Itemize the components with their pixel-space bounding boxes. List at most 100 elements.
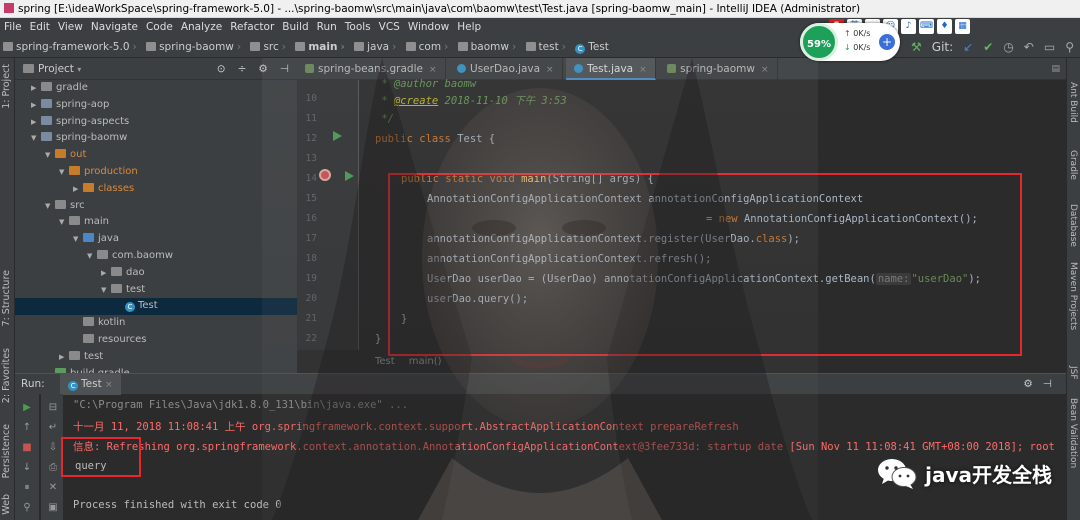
search-everywhere-icon[interactable]: ⚲: [1065, 36, 1074, 58]
revert-icon[interactable]: ↶: [1024, 36, 1034, 58]
vcs-commit-icon[interactable]: ✔: [983, 36, 993, 58]
breadcrumb-src[interactable]: src ›: [247, 36, 289, 58]
tab-test-java[interactable]: Test.java ×: [566, 58, 656, 80]
tree-item[interactable]: ▶ spring-aop: [15, 97, 297, 114]
menu-vcs[interactable]: VCS: [375, 18, 404, 36]
restore-layout-icon[interactable]: ⊟: [47, 402, 59, 414]
expand-arrow-icon[interactable]: ▼: [45, 198, 55, 215]
layout-icon[interactable]: ▭: [1044, 36, 1055, 58]
microphone-icon[interactable]: ♪: [901, 19, 916, 34]
tool-window-project[interactable]: 1: Project: [1, 64, 12, 109]
editor-crumb-class[interactable]: Test: [375, 356, 395, 367]
tool-window-web[interactable]: Web: [1, 494, 12, 515]
project-panel-title[interactable]: Project: [38, 63, 74, 75]
menu-run[interactable]: Run: [313, 18, 341, 36]
menu-refactor[interactable]: Refactor: [226, 18, 278, 36]
scroll-end-icon[interactable]: ⇩: [47, 442, 59, 454]
close-icon[interactable]: ×: [429, 65, 437, 75]
tree-item[interactable]: ▼ src: [15, 198, 297, 215]
breadcrumb-main[interactable]: main ›: [292, 36, 347, 58]
history-icon[interactable]: ◷: [1003, 36, 1013, 58]
code-editor[interactable]: * @author baomw * @create 2018-11-10 下午 …: [297, 78, 1066, 356]
stop-icon[interactable]: ■: [21, 442, 33, 454]
breadcrumb-baomw[interactable]: baomw ›: [455, 36, 520, 58]
tool-window-maven[interactable]: Maven Projects: [1068, 262, 1078, 330]
menu-edit[interactable]: Edit: [26, 18, 54, 36]
expand-arrow-icon[interactable]: ▼: [59, 214, 69, 231]
print-icon[interactable]: ⎙: [47, 462, 59, 474]
collapse-arrow-icon[interactable]: ▶: [73, 181, 83, 198]
toolbox-icon[interactable]: ▦: [955, 19, 970, 34]
tree-item[interactable]: resources: [15, 332, 297, 349]
tree-item[interactable]: ▼ out: [15, 147, 297, 164]
arrow-down-icon[interactable]: ↓: [21, 462, 33, 474]
accelerate-icon[interactable]: +: [879, 34, 895, 50]
clear-icon[interactable]: ✕: [47, 482, 59, 494]
tree-item[interactable]: ▼ main: [15, 214, 297, 231]
tab-overflow-icon[interactable]: ▤: [1051, 58, 1060, 80]
keyboard-icon[interactable]: ⌨: [919, 19, 934, 34]
collapse-arrow-icon[interactable]: ▶: [31, 80, 41, 97]
tree-item[interactable]: ▼ spring-baomw: [15, 130, 297, 147]
tool-window-ant-build[interactable]: Ant Build: [1068, 82, 1078, 123]
run-config-tab[interactable]: C Test ×: [60, 374, 121, 395]
trash-icon[interactable]: ▣: [47, 502, 59, 514]
expand-arrow-icon[interactable]: ▼: [45, 147, 55, 164]
tree-item[interactable]: ▶ test: [15, 349, 297, 366]
tree-item[interactable]: ▶ dao: [15, 265, 297, 282]
tool-window-structure[interactable]: 7: Structure: [1, 270, 12, 326]
hide-icon[interactable]: ⊣: [280, 58, 289, 80]
expand-arrow-icon[interactable]: ▼: [59, 164, 69, 181]
hide-icon[interactable]: ⊣: [1043, 374, 1052, 394]
tab-userdao-java[interactable]: UserDao.java ×: [449, 58, 563, 80]
tree-item[interactable]: ▼ com.baomw: [15, 248, 297, 265]
network-speed-widget[interactable]: 59% ↑ 0K/s ↓ 0K/s +: [800, 23, 900, 61]
close-icon[interactable]: ×: [546, 65, 554, 75]
tool-window-favorites[interactable]: 2: Favorites: [1, 348, 12, 403]
gear-icon[interactable]: ⚙: [258, 58, 267, 80]
collapse-arrow-icon[interactable]: ▶: [59, 349, 69, 366]
expand-arrow-icon[interactable]: ▼: [73, 231, 83, 248]
tree-item[interactable]: ▼ test: [15, 282, 297, 299]
menu-window[interactable]: Window: [404, 18, 453, 36]
collapse-arrow-icon[interactable]: ▶: [31, 114, 41, 131]
pause-icon[interactable]: ⏸: [21, 482, 33, 494]
soft-wrap-icon[interactable]: ↵: [47, 422, 59, 434]
arrow-up-icon[interactable]: ↑: [21, 422, 33, 434]
breadcrumb-test[interactable]: test ›: [523, 36, 569, 58]
tab-spring-beans-gradle[interactable]: spring-beans.gradle ×: [297, 58, 446, 80]
build-hammer-icon[interactable]: ⚒: [911, 36, 922, 58]
tree-item[interactable]: ▶ classes: [15, 181, 297, 198]
breadcrumb-java[interactable]: java ›: [351, 36, 399, 58]
tool-window-persistence[interactable]: Persistence: [1, 424, 12, 478]
tree-item[interactable]: build.gradle: [15, 366, 297, 373]
tree-item[interactable]: ▼ java: [15, 231, 297, 248]
tree-item[interactable]: ▶ spring-aspects: [15, 114, 297, 131]
rerun-icon[interactable]: ▶: [21, 402, 33, 414]
tree-item[interactable]: kotlin: [15, 315, 297, 332]
menu-navigate[interactable]: Navigate: [87, 18, 142, 36]
menu-view[interactable]: View: [54, 18, 87, 36]
tab-spring-baomw[interactable]: spring-baomw ×: [659, 58, 778, 80]
skin-icon[interactable]: ♦: [937, 19, 952, 34]
menu-code[interactable]: Code: [142, 18, 177, 36]
sync-icon[interactable]: ⊙: [217, 58, 226, 80]
breadcrumb-project[interactable]: spring-framework-5.0 ›: [0, 36, 140, 58]
collapse-arrow-icon[interactable]: ▶: [31, 97, 41, 114]
expand-arrow-icon[interactable]: ▼: [87, 248, 97, 265]
editor-crumb-method[interactable]: main(): [409, 356, 442, 367]
tree-item[interactable]: ▼ production: [15, 164, 297, 181]
menu-help[interactable]: Help: [453, 18, 485, 36]
tool-window-database[interactable]: Database: [1068, 204, 1078, 247]
tool-window-gradle[interactable]: Gradle: [1068, 150, 1078, 180]
tool-window-jsf[interactable]: JSF: [1068, 366, 1078, 380]
tree-item[interactable]: ▶ gradle: [15, 80, 297, 97]
breadcrumb-com[interactable]: com ›: [403, 36, 452, 58]
menu-tools[interactable]: Tools: [341, 18, 375, 36]
close-icon[interactable]: ×: [105, 380, 113, 390]
menu-analyze[interactable]: Analyze: [177, 18, 226, 36]
tool-window-bean-validation[interactable]: Bean Validation: [1068, 398, 1078, 468]
breadcrumb-module[interactable]: spring-baomw ›: [143, 36, 244, 58]
vcs-update-icon[interactable]: ↙: [963, 36, 973, 58]
collapse-icon[interactable]: ÷: [238, 58, 247, 80]
